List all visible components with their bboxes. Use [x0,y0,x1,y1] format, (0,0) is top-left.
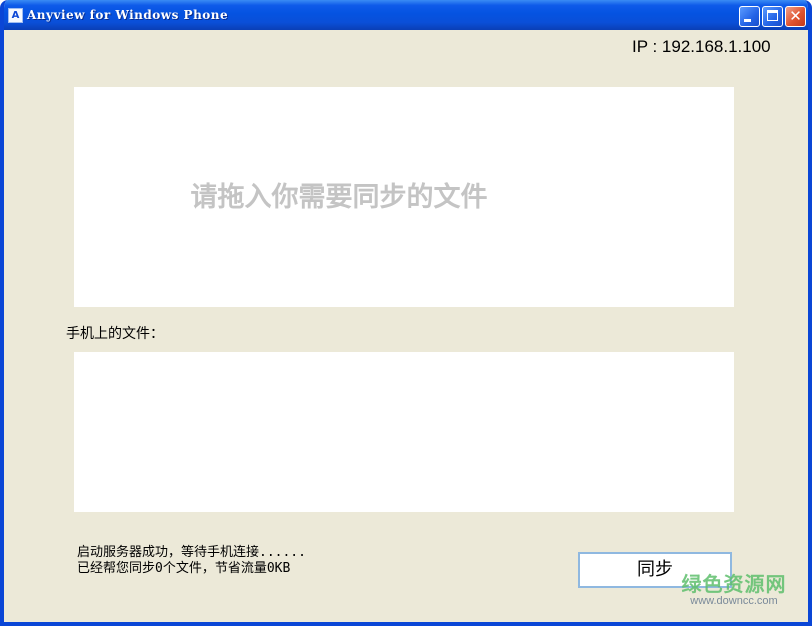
phone-files-label: 手机上的文件： [66,326,164,342]
close-button[interactable]: ✕ [785,6,806,27]
status-line-sync-stats: 已经帮您同步0个文件，节省流量0KB [77,561,291,576]
window-title: Anyview for Windows Phone [27,8,229,22]
watermark-text: 绿色资源网 [681,572,787,596]
ip-address: IP : 192.168.1.100 [632,37,771,56]
minimize-button[interactable] [739,6,760,27]
close-icon: ✕ [789,7,802,25]
drop-zone-hint: 请拖入你需要同步的文件 [190,182,488,213]
minimize-icon [744,19,751,22]
site-watermark: 绿色资源网 www.downcc.com [672,568,796,607]
file-drop-zone[interactable]: 请拖入你需要同步的文件 [74,87,734,307]
phone-files-list[interactable] [74,352,734,512]
maximize-icon [767,10,778,21]
app-window: A Anyview for Windows Phone ✕ IP : 192.1… [0,0,812,626]
maximize-button[interactable] [762,6,783,27]
status-text: 启动服务器成功，等待手机连接...... 已经帮您同步0个文件，节省流量0KB [77,545,306,577]
status-line-connection: 启动服务器成功，等待手机连接...... [77,545,306,560]
title-bar[interactable]: A Anyview for Windows Phone ✕ [4,0,808,30]
app-icon[interactable]: A [8,8,23,23]
